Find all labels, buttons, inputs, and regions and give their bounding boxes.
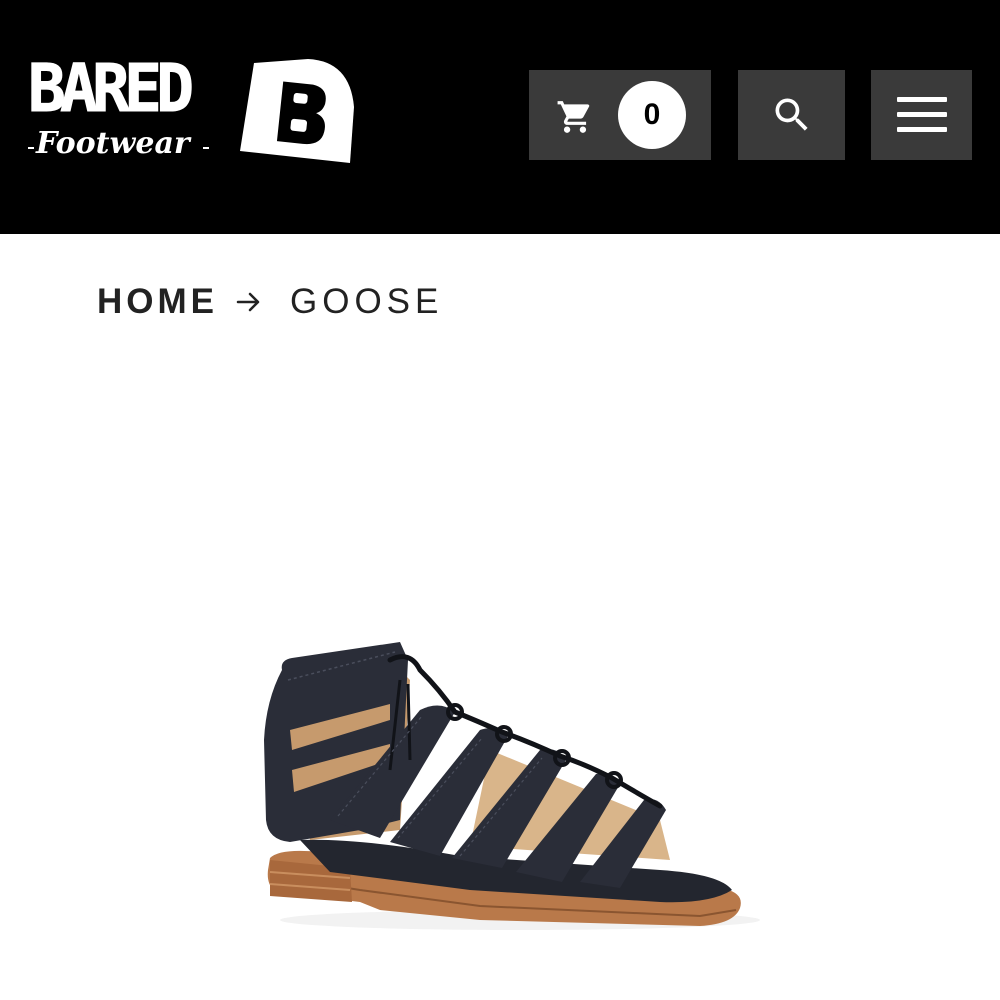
brand-logo[interactable]: BARED Footwear [28, 50, 358, 170]
arrow-right-icon [236, 292, 260, 312]
search-icon [775, 98, 808, 131]
logo-tagline: Footwear [36, 126, 190, 161]
logo-dash-left [28, 147, 34, 149]
site-header: BARED Footwear 0 [0, 0, 1000, 234]
product-image[interactable] [240, 620, 760, 950]
cart-button[interactable]: 0 [529, 70, 711, 160]
breadcrumb: HOME GOOSE [97, 280, 443, 324]
logo-brand-name: BARED [28, 50, 195, 127]
logo-dash-right [203, 147, 209, 149]
cart-icon [557, 101, 590, 133]
search-button[interactable] [738, 70, 845, 160]
breadcrumb-current-page: GOOSE [290, 282, 444, 321]
hamburger-menu-icon [896, 97, 947, 133]
logo-wordmark: BARED Footwear [28, 50, 218, 165]
breadcrumb-home-link[interactable]: HOME [97, 282, 218, 322]
cart-count-badge: 0 [618, 81, 686, 149]
menu-button[interactable] [871, 70, 972, 160]
logo-badge-icon [240, 59, 354, 163]
